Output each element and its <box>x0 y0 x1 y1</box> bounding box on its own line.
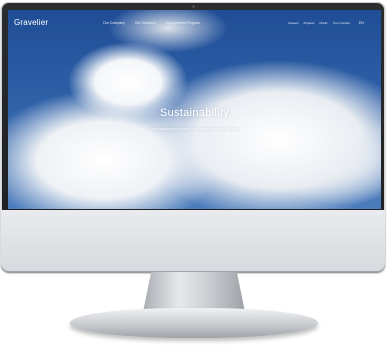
site-logo[interactable]: Gravelier <box>14 18 48 27</box>
hero-title: Sustainability <box>159 107 229 119</box>
nav-item-projects[interactable]: Projects <box>304 21 315 25</box>
monitor-stand-neck <box>143 272 245 312</box>
site-header: Gravelier Our Company Our Solutions Enga… <box>8 10 381 32</box>
nav-item-contact[interactable]: Your Contact <box>333 21 350 25</box>
nav-item-engagement[interactable]: Engagement Program <box>166 21 200 25</box>
camera-dot <box>192 5 195 8</box>
screen: Gravelier Our Company Our Solutions Enga… <box>8 10 381 209</box>
nav-item-careers[interactable]: Careers <box>288 21 299 25</box>
monitor-stand-base <box>70 308 318 338</box>
nav-item-solutions[interactable]: Our Solutions <box>135 21 156 25</box>
nav-item-public[interactable]: Public <box>320 21 328 25</box>
secondary-nav: Careers Projects Public Your Contact <box>288 21 350 25</box>
language-switch[interactable]: EN <box>359 21 364 25</box>
nav-item-company[interactable]: Our Company <box>103 21 125 25</box>
monitor-chin <box>1 210 385 272</box>
main-nav: Our Company Our Solutions Engagement Pro… <box>103 21 200 25</box>
hero-subtitle: to a sustainable future for the engineer… <box>150 126 239 131</box>
